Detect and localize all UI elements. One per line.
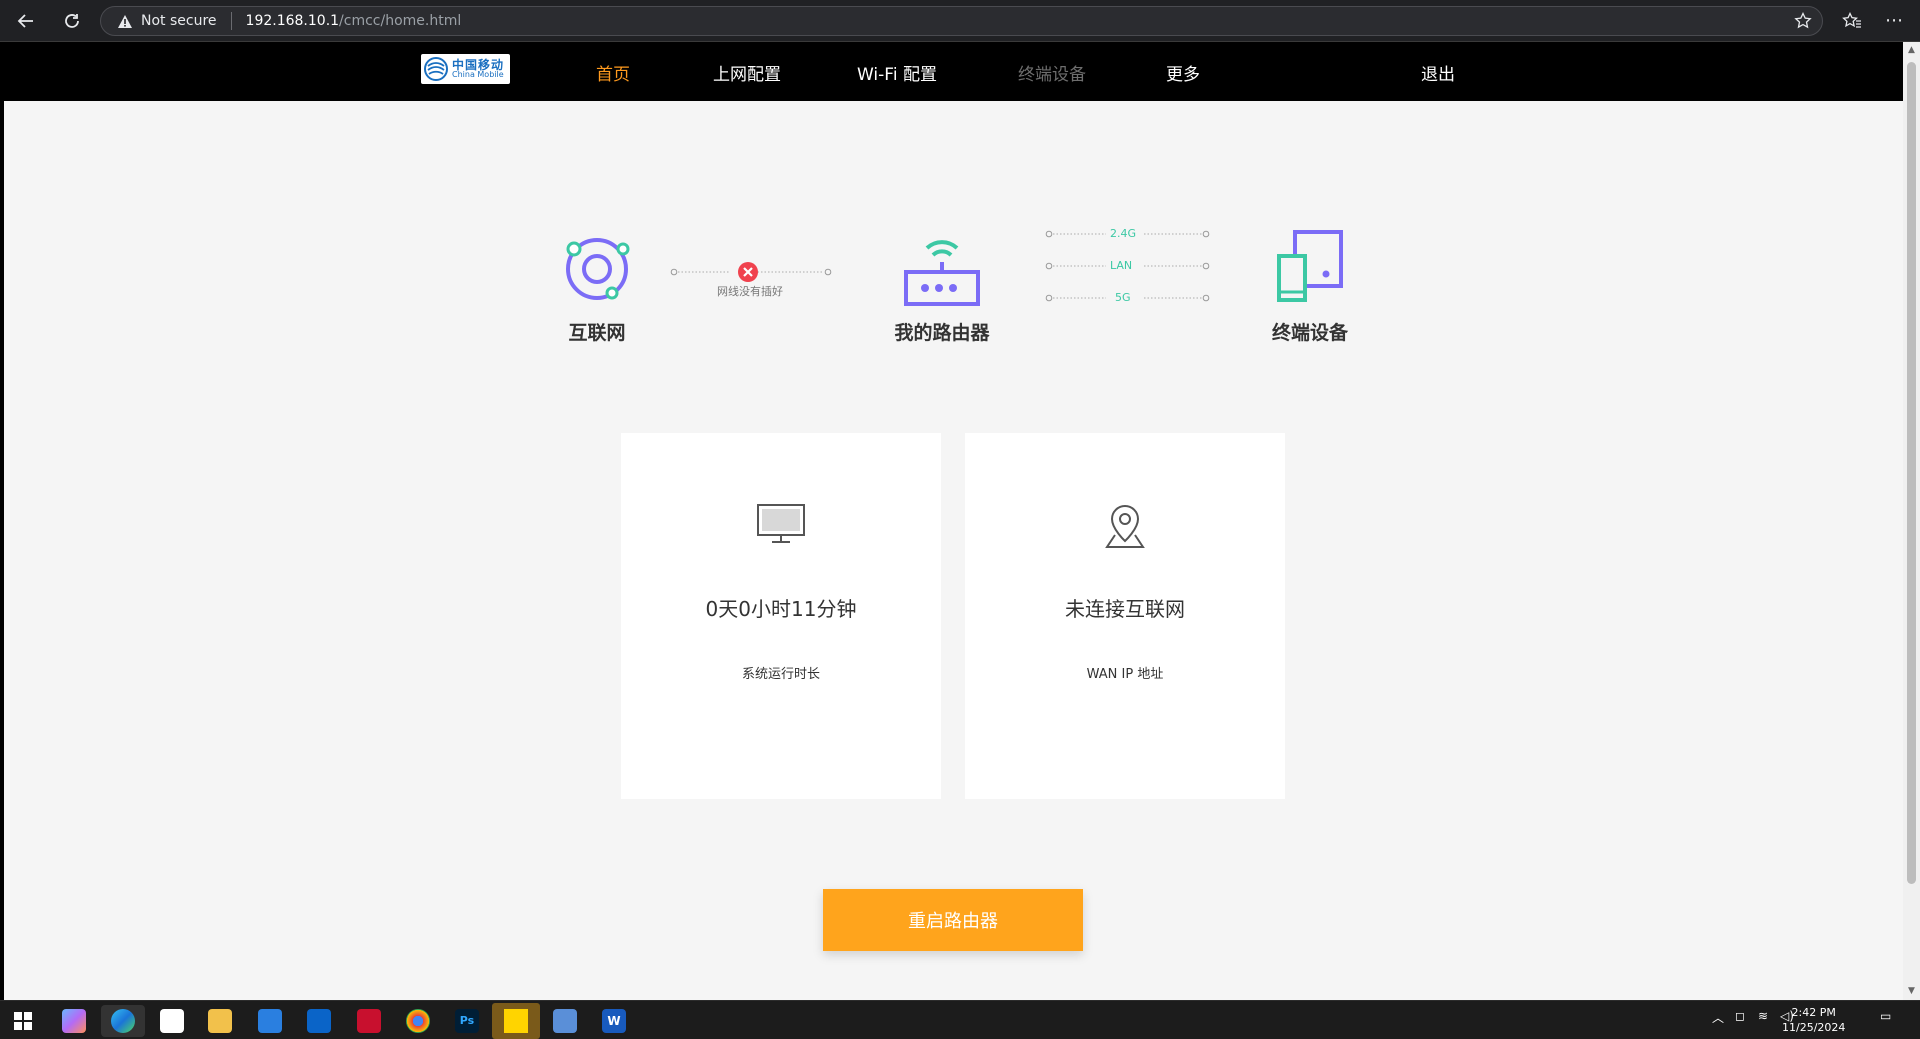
- router-top-nav: 中国移动 China Mobile 首页 上网配置 Wi-Fi 配置 终端设备 …: [4, 42, 1903, 101]
- wan-status-text: 网线没有插好: [717, 285, 783, 298]
- monitor-icon: [751, 503, 811, 553]
- logout-link[interactable]: 退出: [1421, 60, 1455, 85]
- capcut-icon[interactable]: [160, 1009, 184, 1033]
- address-bar[interactable]: Not secure 192.168.10.1/cmcc/home.html: [100, 6, 1823, 36]
- nav-more[interactable]: 更多: [1166, 60, 1200, 85]
- location-pin-icon: [1095, 503, 1155, 553]
- devices-icon: [1277, 230, 1343, 302]
- internet-label: 互联网: [568, 322, 626, 344]
- china-mobile-logo-mark-icon: [424, 57, 448, 81]
- sticky-notes-icon: [504, 1009, 528, 1033]
- logo-en: China Mobile: [452, 70, 504, 79]
- more-dots-icon: ⋯: [1885, 10, 1903, 31]
- browser-toolbar: Not secure 192.168.10.1/cmcc/home.html ⋯: [0, 0, 1920, 42]
- band-2g-label: 2.4G: [1110, 227, 1137, 240]
- security-label[interactable]: Not secure: [141, 13, 217, 29]
- scroll-up-arrow-icon[interactable]: ▲: [1907, 45, 1916, 55]
- back-arrow-icon: [17, 14, 33, 28]
- windows-start-icon[interactable]: [14, 1012, 32, 1030]
- sticky-notes-taskbar-item[interactable]: [492, 1003, 540, 1039]
- app-blue-icon[interactable]: [553, 1009, 577, 1033]
- copilot-icon[interactable]: [62, 1009, 86, 1033]
- logo-text: 中国移动 China Mobile: [452, 59, 504, 79]
- nav-home[interactable]: 首页: [596, 60, 630, 85]
- chrome-icon[interactable]: [406, 1009, 430, 1033]
- wan-ip-value: 未连接互联网: [1065, 597, 1185, 621]
- band-lan-label: LAN: [1110, 259, 1133, 272]
- router-node: 我的路由器: [872, 228, 1012, 345]
- reload-button[interactable]: [52, 8, 92, 34]
- file-explorer-icon[interactable]: [208, 1009, 232, 1033]
- router-label: 我的路由器: [894, 322, 990, 344]
- word-icon[interactable]: W: [602, 1009, 626, 1033]
- wan-ip-caption: WAN IP 地址: [1086, 667, 1164, 682]
- photoshop-icon[interactable]: Ps: [455, 1009, 479, 1033]
- uptime-caption: 系统运行时长: [741, 667, 820, 682]
- notifications-icon[interactable]: ▭: [1880, 1009, 1891, 1023]
- url-host: 192.168.10.1: [245, 13, 340, 29]
- page-viewport: 中国移动 China Mobile 首页 上网配置 Wi-Fi 配置 终端设备 …: [4, 42, 1903, 1000]
- windows-taskbar: Ps W ︿ ◻ ≋ ◁) 2:42 PM 11/25/2024 ▭: [0, 1000, 1920, 1039]
- outlook-icon[interactable]: [307, 1009, 331, 1033]
- back-button[interactable]: [6, 8, 46, 34]
- scrollbar-thumb[interactable]: [1907, 62, 1916, 884]
- taskbar-clock[interactable]: 2:42 PM 11/25/2024: [1782, 1005, 1845, 1035]
- scroll-down-arrow-icon[interactable]: ▼: [1907, 986, 1916, 996]
- favorites-button[interactable]: [1834, 8, 1870, 34]
- internet-globe-icon: [566, 238, 630, 300]
- band-5g-label: 5G: [1115, 291, 1131, 304]
- reload-icon: [65, 14, 79, 28]
- warning-icon: [118, 14, 132, 28]
- url-path: /cmcc/home.html: [339, 13, 462, 29]
- devices-label: 终端设备: [1271, 322, 1348, 344]
- tray-chevron-up-icon[interactable]: ︿: [1712, 1009, 1724, 1026]
- store-icon[interactable]: [258, 1009, 282, 1033]
- address-divider: [230, 12, 232, 30]
- reboot-router-button[interactable]: 重启路由器: [823, 889, 1083, 951]
- edge-icon: [111, 1009, 135, 1033]
- uptime-card: 0天0小时11分钟 系统运行时长: [621, 433, 941, 799]
- internet-node: 互联网: [542, 232, 652, 345]
- favorites-icon: [1842, 12, 1861, 28]
- china-mobile-logo[interactable]: 中国移动 China Mobile: [421, 54, 510, 84]
- uptime-value: 0天0小时11分钟: [705, 597, 857, 621]
- app-red-icon[interactable]: [357, 1009, 381, 1033]
- page-scrollbar[interactable]: ▲ ▼: [1903, 42, 1920, 1000]
- devices-node: 终端设备: [1250, 228, 1370, 345]
- bookmark-star-icon[interactable]: [1794, 12, 1812, 30]
- wifi-icon[interactable]: ≋: [1758, 1009, 1768, 1023]
- more-options-button[interactable]: ⋯: [1876, 8, 1912, 34]
- tray-meet-icon[interactable]: ◻: [1735, 1009, 1745, 1023]
- nav-wifi-config[interactable]: Wi-Fi 配置: [857, 60, 937, 85]
- clock-date: 11/25/2024: [1782, 1021, 1846, 1034]
- wan-ip-card: 未连接互联网 WAN IP 地址: [965, 433, 1285, 799]
- error-icon: [738, 262, 758, 282]
- nav-terminal-devices[interactable]: 终端设备: [1018, 60, 1086, 85]
- router-icon: [904, 240, 980, 306]
- clock-time: 2:42 PM: [1791, 1006, 1836, 1019]
- edge-taskbar-item[interactable]: [101, 1005, 145, 1037]
- nav-internet-config[interactable]: 上网配置: [713, 60, 781, 85]
